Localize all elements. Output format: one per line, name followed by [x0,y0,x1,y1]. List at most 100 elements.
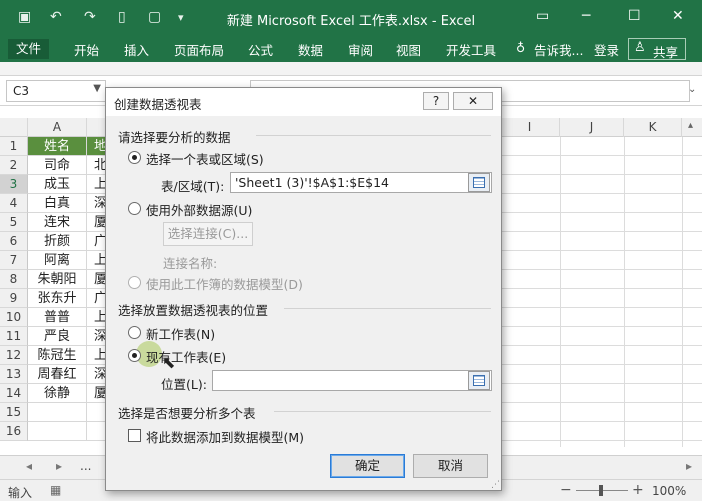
cell-a[interactable]: 连宋 [28,213,87,232]
sheet-prev-button[interactable]: ◂ [26,459,32,473]
cell-a[interactable]: 徐静 [28,384,87,403]
tab-insert[interactable]: 插入 [124,40,149,59]
sheet-next-button[interactable]: ▸ [56,459,62,473]
range-selector-button[interactable] [468,173,490,192]
divider [274,411,491,412]
radio-existing-sheet[interactable] [128,349,141,362]
tab-formulas[interactable]: 公式 [248,40,273,59]
row-header[interactable]: 9 [0,289,28,308]
row-header[interactable]: 6 [0,232,28,251]
row-header[interactable]: 10 [0,308,28,327]
tab-file[interactable]: 文件 [8,39,50,59]
help-button[interactable]: ? [423,92,449,110]
row-header[interactable]: 2 [0,156,28,175]
cell-a[interactable]: 周春红 [28,365,87,384]
cell-a[interactable]: 阿离 [28,251,87,270]
cancel-button[interactable]: 取消 [413,454,488,478]
row-header[interactable]: 16 [0,422,28,441]
option-new-sheet-label[interactable]: 新工作表(N) [146,324,215,343]
ok-button[interactable]: 确定 [330,454,405,478]
minimize-button[interactable]: ─ [582,8,590,24]
option-data-model-label[interactable]: 使用此工作簿的数据模型(D) [146,274,303,293]
column-header-a[interactable]: A [28,118,87,137]
dialog-title-bar: 创建数据透视表 ? ✕ [106,88,501,116]
choose-connection-button[interactable]: 选择连接(C)... [163,222,253,246]
connection-name-label: 连接名称: [163,256,218,271]
resize-grip-icon[interactable]: ⋰ [491,480,500,490]
row-header[interactable]: 1 [0,137,28,156]
dialog-close-button[interactable]: ✕ [453,92,493,110]
tab-page-layout[interactable]: 页面布局 [174,40,224,59]
row-header[interactable]: 3 [0,175,28,194]
login-link[interactable]: 登录 [594,40,619,59]
table-range-input[interactable]: 'Sheet1 (3)'!$A$1:$E$14 [230,172,492,193]
zoom-out-button[interactable]: − [560,482,572,498]
zoom-slider-thumb[interactable] [599,485,603,496]
row-header[interactable]: 7 [0,251,28,270]
macro-record-icon[interactable]: ▦ [50,483,61,497]
lightbulb-icon: ♁ [516,40,526,55]
person-icon: ♙ [634,40,646,55]
cell-a[interactable]: 严良 [28,327,87,346]
cell-a[interactable]: 成玉 [28,175,87,194]
location-input[interactable] [212,370,492,391]
gridline [682,137,683,447]
row-header[interactable]: 11 [0,327,28,346]
option-existing-sheet-label[interactable]: 现有工作表(E) [146,347,226,366]
row-header[interactable]: 14 [0,384,28,403]
expand-formula-icon[interactable]: ⌄ [688,84,696,95]
share-button[interactable]: ♙ 共享 [628,38,686,60]
cell-a[interactable]: 折颜 [28,232,87,251]
tab-view[interactable]: 视图 [396,40,421,59]
cell-a[interactable]: 白真 [28,194,87,213]
row-header[interactable]: 13 [0,365,28,384]
tab-data[interactable]: 数据 [298,40,323,59]
tab-review[interactable]: 审阅 [348,40,373,59]
column-header-i[interactable]: I [500,118,560,137]
name-box-value: C3 [13,84,30,98]
select-all-corner[interactable] [0,118,28,137]
radio-new-sheet[interactable] [128,326,141,339]
option-external-source-label[interactable]: 使用外部数据源(U) [146,200,252,219]
cell-a[interactable]: 普普 [28,308,87,327]
cell-a[interactable]: 司命 [28,156,87,175]
cell-a[interactable]: 张东升 [28,289,87,308]
close-button[interactable]: ✕ [672,8,684,24]
location-selector-button[interactable] [468,371,490,390]
radio-data-model[interactable] [128,276,141,289]
row-header[interactable]: 8 [0,270,28,289]
range-picker-icon [473,375,485,386]
cell-a[interactable] [28,403,87,422]
row-header[interactable]: 12 [0,346,28,365]
row-header[interactable]: 4 [0,194,28,213]
tell-me-box[interactable]: 告诉我... [534,40,583,59]
cell-a[interactable] [28,422,87,441]
scroll-up-icon[interactable]: ▴ [688,120,700,136]
cell-a[interactable]: 朱朝阳 [28,270,87,289]
row-header[interactable]: 15 [0,403,28,422]
zoom-in-button[interactable]: + [632,482,644,498]
gridline [500,421,702,422]
hscroll-right-button[interactable]: ▸ [686,459,692,473]
chevron-down-icon[interactable]: ▼ [93,83,101,94]
cell-a[interactable]: 姓名 [28,137,87,156]
checkbox-add-to-model[interactable] [128,429,141,442]
column-header-k[interactable]: K [624,118,682,137]
column-header-j[interactable]: J [560,118,624,137]
row-header[interactable]: 5 [0,213,28,232]
mouse-pointer-icon: ⬉ [162,353,176,372]
sheet-more-button[interactable]: ... [80,459,91,473]
tab-home[interactable]: 开始 [74,40,99,59]
range-picker-icon [473,177,485,188]
radio-select-table[interactable] [128,151,141,164]
option-select-table-label[interactable]: 选择一个表或区域(S) [146,149,264,168]
zoom-level[interactable]: 100% [652,484,686,498]
tab-developer[interactable]: 开发工具 [446,40,496,59]
checkbox-add-to-model-label[interactable]: 将此数据添加到数据模型(M) [146,427,304,446]
cell-a[interactable]: 陈冠生 [28,346,87,365]
radio-external-source[interactable] [128,202,141,215]
restore-button[interactable]: ☐ [628,8,641,24]
ribbon-options-icon[interactable]: ▭ [536,8,549,24]
section-placement: 选择放置数据透视表的位置 [118,303,269,318]
name-box[interactable]: C3 ▼ [6,80,106,102]
